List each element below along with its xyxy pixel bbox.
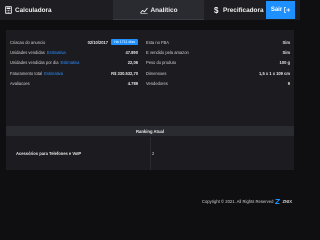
dollar-icon: $ — [214, 6, 220, 14]
stat-label: Avaliacoes — [10, 81, 30, 87]
stat-row-units-per-day: Unidades vendidas por dia Estimativa 22,… — [10, 58, 138, 68]
nav-analitico-label: Analítico — [150, 6, 178, 14]
stat-row-sellers: Vendedores 9 — [146, 79, 290, 89]
nav-analitico[interactable]: Analítico — [113, 0, 204, 20]
logout-button[interactable]: Sair — [266, 1, 295, 19]
stat-label: Vendedores — [146, 81, 168, 87]
logout-icon — [284, 7, 291, 13]
stat-row-total-revenue: Faturamento total Estimativa R$ 330.532,… — [10, 68, 138, 78]
copyright-text: Copyright © 2021. All Rights Reserved — [201, 199, 274, 204]
stat-value: 47.890 — [125, 50, 138, 56]
stat-row-creation-date: Criacao do anuncio 02/10/2017 Há 1711 di… — [10, 37, 138, 47]
stat-row-dimensions: Dimensoes 1,5 x 1 x 109 cm — [146, 68, 290, 78]
ranking-divider — [150, 137, 151, 170]
stat-value: 9 — [287, 81, 290, 87]
stat-value: 22,06 — [127, 60, 138, 66]
stat-row-fba: Esta no FBA Sim — [146, 37, 290, 47]
footer: Copyright © 2021. All Rights Reserved ZN… — [202, 199, 292, 204]
ranking-position: 2 — [152, 151, 155, 156]
estimate-link[interactable]: Estimativa — [47, 50, 66, 55]
stat-label: Unidades vendidas — [10, 50, 45, 56]
stat-value: 02/10/2017 — [87, 39, 109, 45]
stat-label: E vendido pela amazon — [146, 50, 189, 56]
stat-row-reviews: Avaliacoes 4.789 — [10, 79, 138, 89]
stat-row-sold-by-amazon: E vendido pela amazon Sim — [146, 47, 290, 57]
stat-value: 1,5 x 1 x 109 cm — [259, 70, 290, 76]
stats-right-column: Esta no FBA Sim E vendido pela amazon Si… — [146, 37, 290, 89]
chart-icon — [139, 7, 148, 14]
stat-value: Sim — [282, 39, 290, 45]
stat-value: Sim — [282, 50, 290, 56]
stat-value: 100 g — [279, 60, 290, 66]
nav-calculadora-label: Calculadora — [15, 6, 52, 14]
stat-row-units-sold: Unidades vendidas Estimativa 47.890 — [10, 47, 138, 57]
brand-name: ZNIX — [282, 199, 292, 204]
stat-label: Unidades vendidas por dia — [10, 60, 59, 66]
estimate-link[interactable]: Estimativa — [60, 60, 79, 65]
stat-value: 4.789 — [127, 81, 138, 87]
svg-text:$: $ — [214, 6, 219, 14]
logout-label: Sair — [270, 7, 283, 13]
ranking-row: Acessórios para Telefones e VoIP 2 — [6, 137, 294, 170]
ranking-title: Ranking Atual — [136, 128, 164, 134]
stat-label: Esta no FBA — [146, 39, 169, 45]
active-tab-indicator — [113, 19, 204, 20]
stat-value: R$ 330.532,70 — [111, 70, 138, 76]
nav-precificadora-label: Precificadora — [223, 6, 264, 14]
znix-logo-icon — [275, 199, 281, 204]
stats-left-column: Criacao do anuncio 02/10/2017 Há 1711 di… — [10, 37, 138, 89]
nav-calculadora[interactable]: Calculadora — [5, 0, 52, 20]
estimate-link[interactable]: Estimativa — [44, 71, 63, 76]
stat-label: Peso do produto — [146, 60, 177, 66]
calculator-icon — [5, 6, 12, 14]
days-badge: Há 1711 dias — [111, 39, 138, 46]
stats-grid: Criacao do anuncio 02/10/2017 Há 1711 di… — [10, 37, 290, 89]
ranking-category: Acessórios para Telefones e VoIP — [16, 151, 82, 156]
stat-label: Dimensoes — [146, 70, 167, 76]
ranking-header: Ranking Atual — [6, 126, 294, 136]
nav-precificadora[interactable]: $ Precificadora — [214, 0, 264, 20]
stat-label: Criacao do anuncio — [10, 39, 46, 45]
stat-label: Faturamento total — [10, 70, 43, 76]
stat-row-weight: Peso do produto 100 g — [146, 58, 290, 68]
